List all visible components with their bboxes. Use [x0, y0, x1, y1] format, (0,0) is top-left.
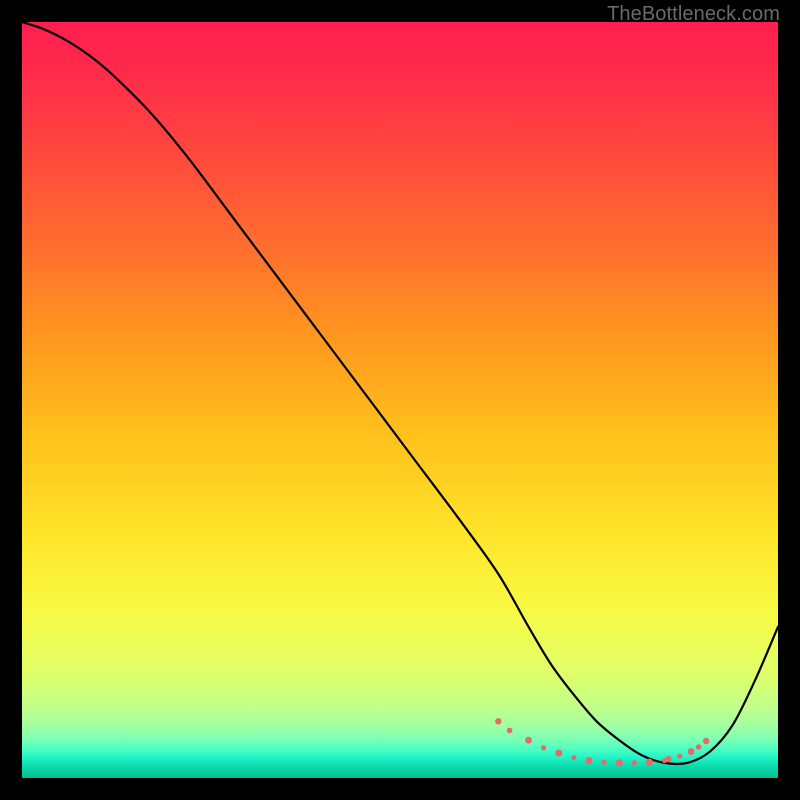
- marker-dot: [602, 760, 607, 765]
- marker-dot: [665, 756, 671, 762]
- marker-dot: [495, 718, 501, 724]
- plot-area: [22, 22, 778, 778]
- chart-frame: TheBottleneck.com: [0, 0, 800, 800]
- gradient-background: [22, 22, 778, 778]
- marker-dot: [571, 755, 576, 760]
- marker-dot: [688, 748, 695, 755]
- marker-dot: [646, 759, 653, 766]
- marker-dot: [677, 753, 682, 758]
- marker-dot: [555, 749, 562, 756]
- marker-dot: [696, 744, 702, 750]
- marker-dot: [541, 745, 546, 750]
- marker-dot: [616, 759, 623, 766]
- marker-dot: [632, 760, 637, 765]
- marker-dot: [703, 738, 709, 744]
- marker-dot: [525, 737, 532, 744]
- marker-dot: [507, 728, 513, 734]
- chart-svg: [22, 22, 778, 778]
- marker-dot: [585, 757, 592, 764]
